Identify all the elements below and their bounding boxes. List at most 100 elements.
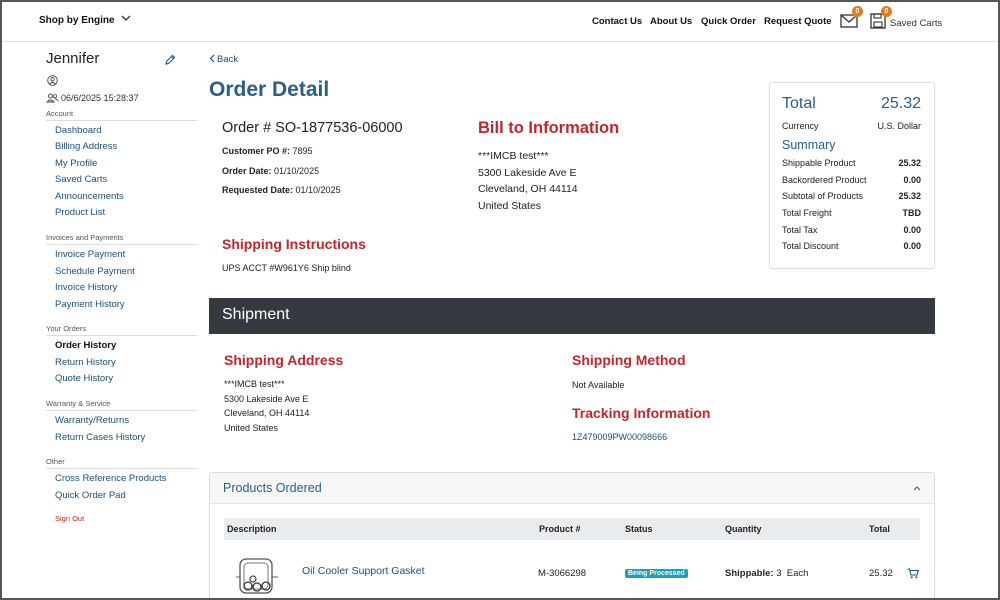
shipping-instructions-heading: Shipping Instructions: [222, 236, 366, 252]
saved-carts-button[interactable]: 0 Saved Carts: [868, 6, 948, 33]
chevron-up-icon[interactable]: [913, 486, 921, 491]
sidebar-item-invoice-payment[interactable]: Invoice Payment: [55, 249, 125, 260]
sidebar-item-announcements[interactable]: Announcements: [55, 191, 124, 202]
summary-row-value: 25.32: [898, 158, 921, 168]
sidebar-item-invoice-history[interactable]: Invoice History: [55, 282, 117, 293]
summary-row-label: Total Tax: [782, 225, 818, 235]
column-quantity: Quantity: [725, 524, 762, 534]
summary-row-value: TBD: [902, 208, 922, 218]
bill-to-line: Cleveland, OH 44114: [478, 183, 578, 195]
order-totals-card: Total 25.32 Currency U.S. Dollar Summary…: [769, 82, 935, 269]
summary-label: Summary: [782, 138, 836, 152]
back-link[interactable]: Back: [209, 54, 238, 65]
column-total: Total: [869, 524, 890, 534]
shipping-address: ***IMCB test*** 5300 Lakeside Ave E Clev…: [224, 377, 309, 435]
summary-row-label: Total Discount: [782, 241, 839, 251]
product-description-link[interactable]: Oil Cooler Support Gasket: [302, 565, 425, 577]
shipping-address-heading: Shipping Address: [224, 352, 344, 368]
users-icon: [46, 93, 59, 103]
page-title: Order Detail: [209, 78, 330, 101]
sign-out-link[interactable]: Sign Out: [55, 514, 84, 523]
messages-count-badge: 0: [852, 6, 863, 17]
summary-row-value: 25.32: [898, 191, 921, 201]
status-badge: Being Processed: [625, 569, 688, 578]
total-amount: 25.32: [880, 95, 921, 112]
sidebar-item-warranty-returns[interactable]: Warranty/Returns: [55, 415, 129, 426]
sidebar-item-quote-history[interactable]: Quote History: [55, 373, 113, 384]
user-name: Jennifer: [46, 50, 100, 67]
requested-date-label: Requested Date:: [222, 185, 294, 195]
section-orders-title: Your Orders: [46, 324, 197, 336]
summary-row-value: 0.00: [903, 175, 921, 185]
request-quote-link[interactable]: Request Quote: [764, 16, 832, 27]
summary-row-label: Shippable Product: [782, 158, 856, 168]
shipment-title: Shipment: [222, 306, 290, 323]
requested-date-value: 01/10/2025: [295, 185, 341, 195]
sidebar-item-schedule-payment[interactable]: Schedule Payment: [55, 266, 135, 277]
contact-us-link[interactable]: Contact Us: [592, 16, 642, 27]
messages-button[interactable]: 0: [838, 6, 863, 31]
quantity-label: Shippable:: [725, 568, 774, 579]
summary-row-label: Backordered Product: [782, 175, 867, 185]
sidebar-item-quick-order-pad[interactable]: Quick Order Pad: [55, 490, 126, 501]
product-total: 25.32: [869, 568, 893, 579]
sidebar-item-product-list[interactable]: Product List: [55, 207, 105, 218]
products-ordered-header[interactable]: Products Ordered: [210, 473, 934, 504]
order-date: Order Date: 01/10/2025: [222, 166, 319, 176]
bill-to-address: ***IMCB test*** 5300 Lakeside Ave E Clev…: [478, 148, 578, 214]
shipping-method-value: Not Available: [572, 380, 625, 390]
last-login: 06/6/2025 15:28:37: [46, 93, 139, 103]
sidebar-item-return-history[interactable]: Return History: [55, 357, 116, 368]
account-sidebar: Jennifer 06/6/2025 15:28:37 Account Dash…: [2, 42, 202, 598]
currency-label: Currency: [782, 121, 819, 131]
shipping-address-line: Cleveland, OH 44114: [224, 408, 310, 418]
sidebar-item-my-profile[interactable]: My Profile: [55, 158, 97, 169]
column-description: Description: [227, 524, 277, 534]
bill-to-heading: Bill to Information: [478, 119, 620, 137]
product-number: M-3066298: [538, 568, 587, 579]
quick-order-link[interactable]: Quick Order: [701, 16, 756, 27]
customer-po: Customer PO #: 7895: [222, 146, 313, 156]
sidebar-item-order-history[interactable]: Order History: [55, 340, 116, 351]
saved-carts-label: Saved Carts: [890, 18, 943, 29]
shipment-header: Shipment: [209, 298, 935, 334]
chevron-left-icon: [209, 54, 215, 63]
last-login-timestamp: 06/6/2025 15:28:37: [61, 93, 139, 103]
pencil-edit-icon[interactable]: [164, 54, 176, 66]
quantity-unit: Each: [786, 568, 809, 579]
tracking-number-link[interactable]: 1Z479009PW00098666: [572, 430, 667, 445]
back-label: Back: [217, 54, 239, 65]
order-date-value: 01/10/2025: [274, 166, 320, 176]
summary-row-value: 0.00: [903, 225, 921, 235]
section-warranty-title: Warranty & Service: [46, 399, 197, 411]
sidebar-item-payment-history[interactable]: Payment History: [55, 299, 125, 310]
bill-to-line: 5300 Lakeside Ave E: [478, 166, 577, 179]
currency-value: U.S. Dollar: [877, 121, 921, 131]
products-table-header: Description Product # Status Quantity To…: [224, 518, 920, 540]
about-us-link[interactable]: About Us: [650, 16, 692, 27]
order-date-label: Order Date:: [222, 166, 272, 176]
customer-po-label: Customer PO #:: [222, 146, 291, 156]
shipping-method-heading: Shipping Method: [572, 352, 686, 368]
chevron-down-icon: [121, 15, 131, 21]
summary-row-value: 0.00: [903, 241, 921, 251]
requested-date: Requested Date: 01/10/2025: [222, 185, 341, 195]
products-ordered-title: Products Ordered: [223, 481, 322, 495]
shop-by-engine-dropdown[interactable]: Shop by Engine: [39, 15, 131, 26]
bill-to-line: ***IMCB test***: [478, 150, 549, 162]
sidebar-item-dashboard[interactable]: Dashboard: [55, 125, 101, 136]
top-bar: Shop by Engine Contact Us About Us Quick…: [2, 2, 998, 42]
shipping-instructions-value: UPS ACCT #W961Y6 Ship blind: [222, 263, 351, 273]
sidebar-item-billing-address[interactable]: Billing Address: [55, 141, 117, 152]
user-circle-icon: [47, 75, 58, 86]
bill-to-line: United States: [478, 199, 542, 212]
order-number: Order # SO-1877536-06000: [222, 120, 403, 136]
sidebar-item-saved-carts[interactable]: Saved Carts: [55, 174, 107, 185]
add-to-cart-icon[interactable]: [907, 568, 919, 579]
gasket-product-image[interactable]: [235, 555, 279, 597]
section-invoices-title: Invoices and Payments: [46, 233, 197, 245]
summary-row-label: Total Freight: [782, 208, 832, 218]
sidebar-item-cross-reference[interactable]: Cross Reference Products: [55, 473, 166, 484]
sidebar-item-return-cases-history[interactable]: Return Cases History: [55, 432, 145, 443]
app-frame: Shop by Engine Contact Us About Us Quick…: [0, 0, 1000, 600]
